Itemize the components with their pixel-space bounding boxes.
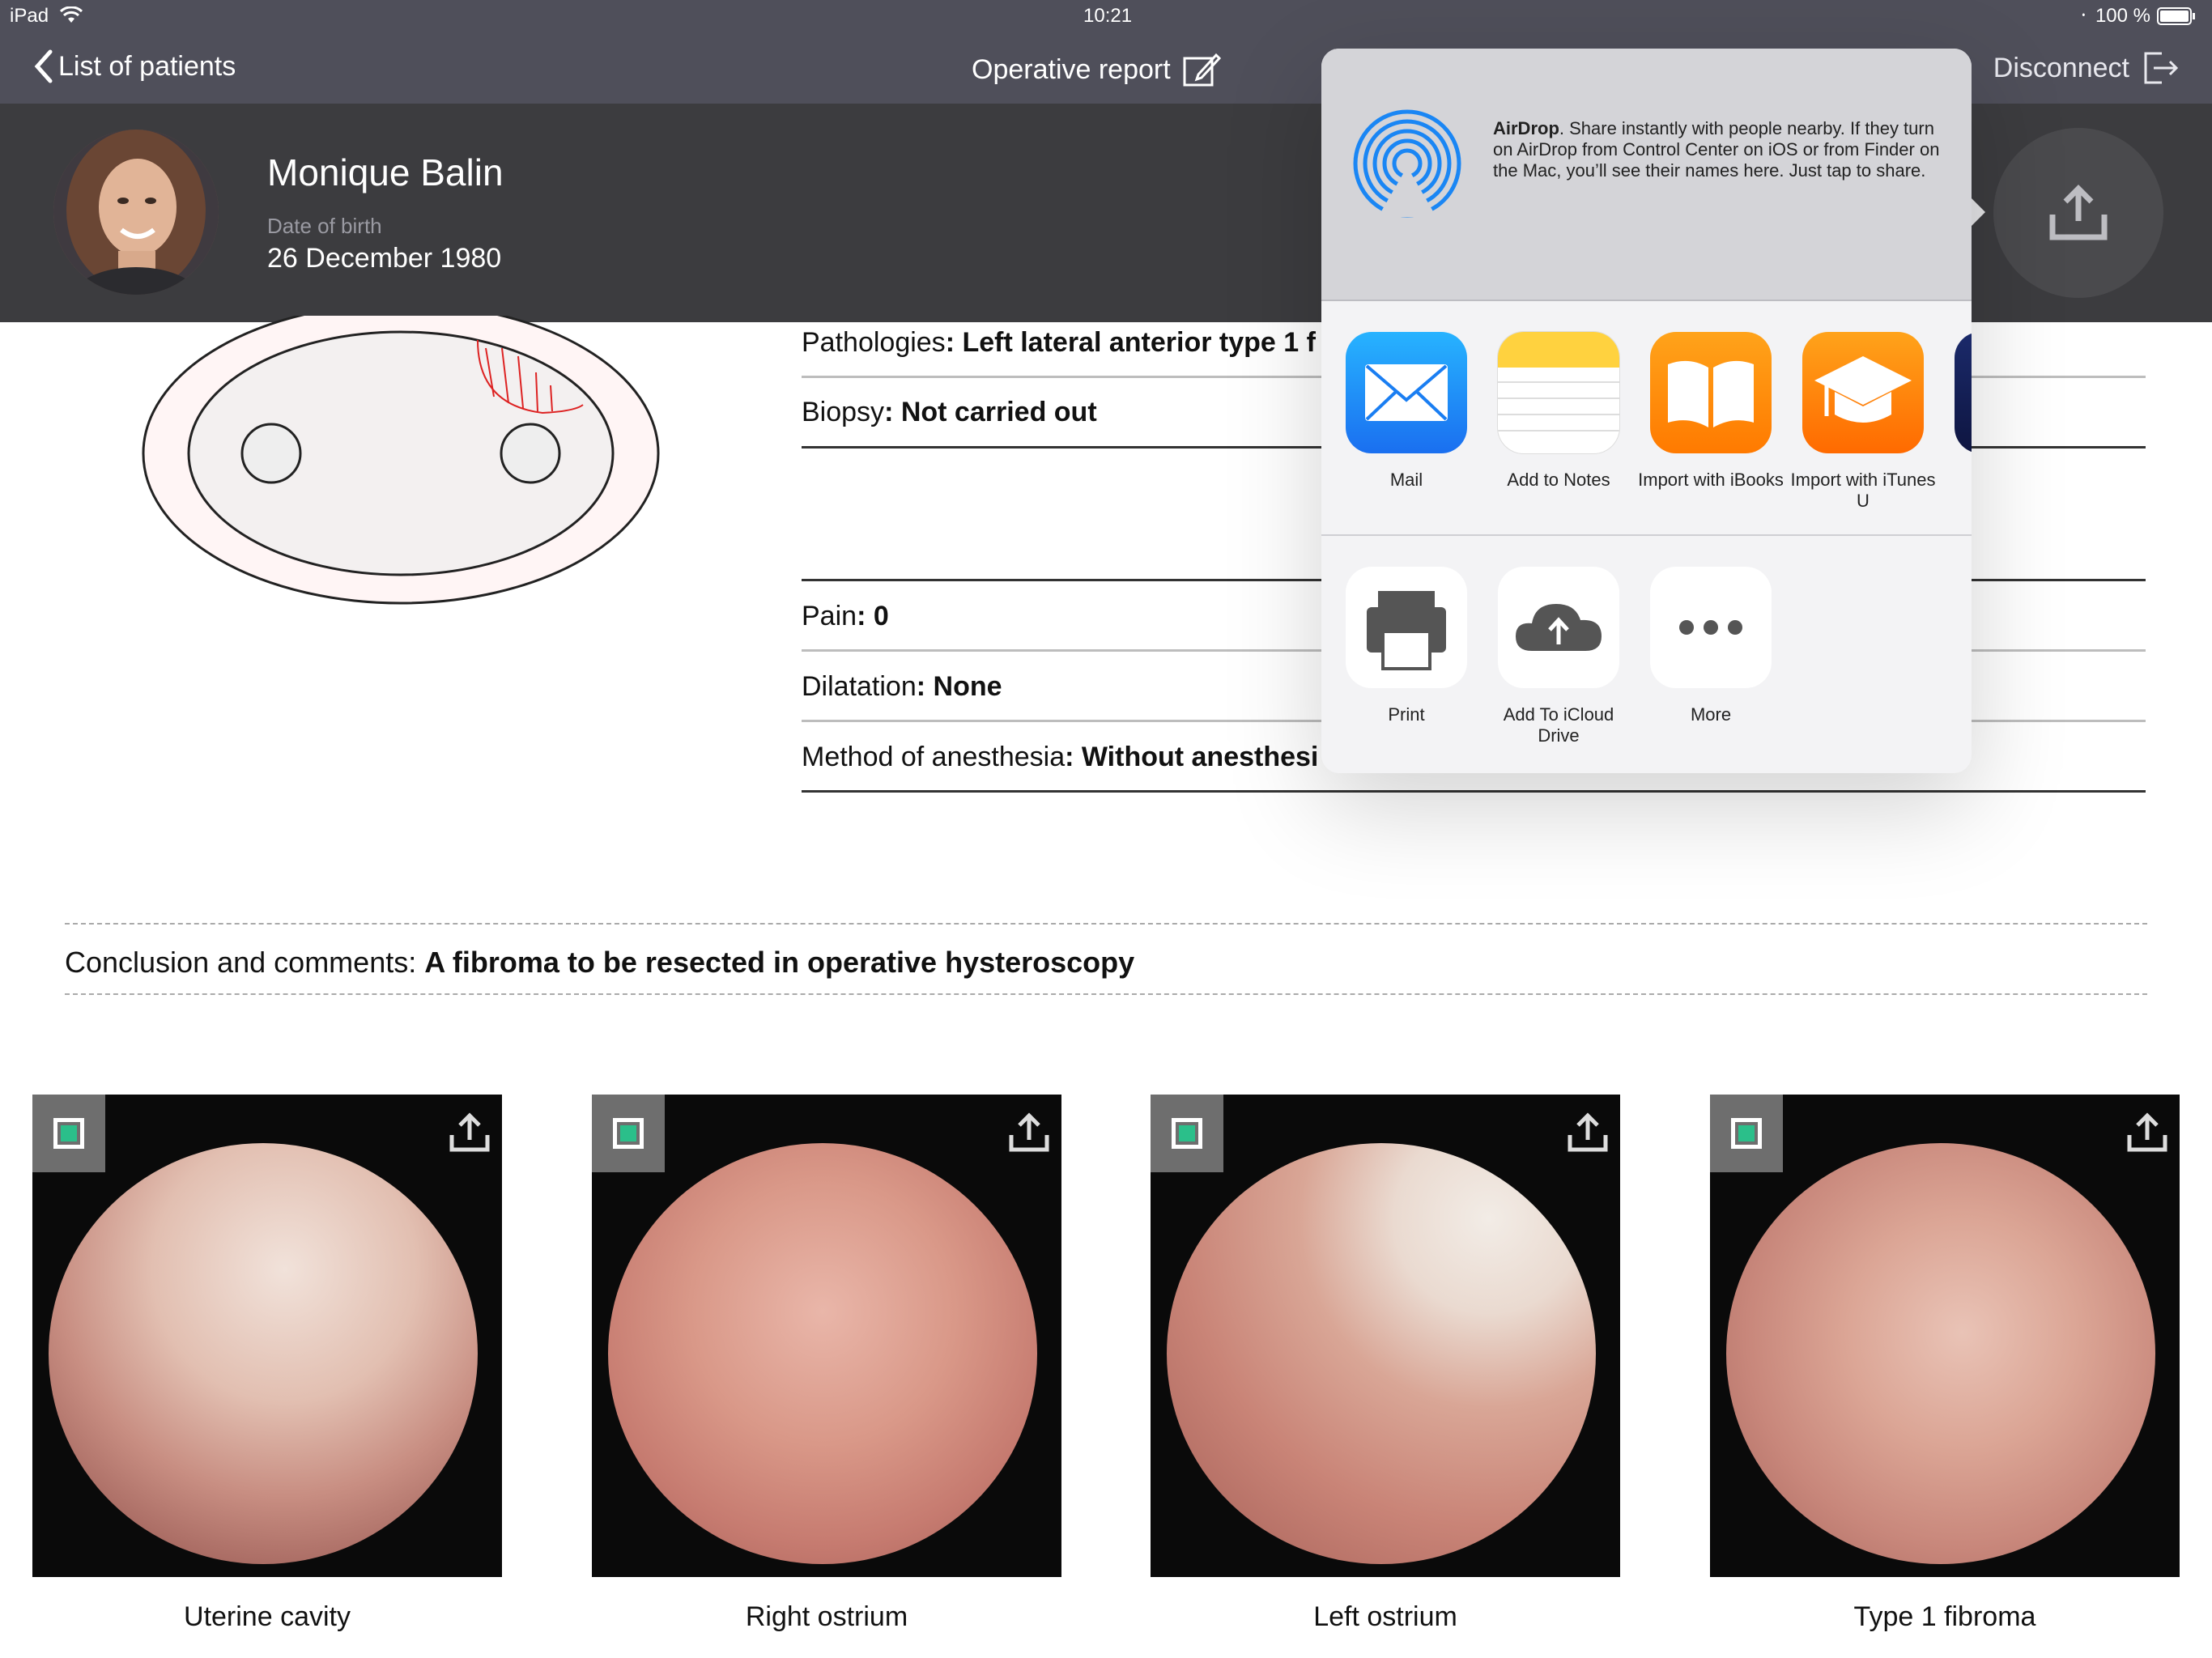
chevron-left-icon (34, 49, 53, 83)
pain-label: Pain (802, 601, 857, 631)
dilatation-value: None (933, 671, 1002, 702)
select-checkbox[interactable] (592, 1095, 665, 1172)
battery-label: 100 % (2095, 5, 2150, 27)
share-app-partial[interactable]: C (1942, 332, 1972, 491)
bluetooth-icon: ᛫ (2078, 6, 2089, 26)
status-time: 10:21 (1083, 5, 1133, 27)
status-device: iPad (10, 5, 83, 28)
airdrop-text: . Share instantly with people nearby. If… (1493, 118, 1940, 181)
share-app-ibooks[interactable]: Import with iBooks (1638, 332, 1784, 491)
photo-caption: Right ostrium (745, 1601, 908, 1632)
notes-icon (1498, 332, 1619, 453)
dashed-divider (65, 923, 2147, 925)
share-icon[interactable] (1006, 1112, 1052, 1154)
patient-name: Monique Balin (267, 151, 504, 193)
photo-left-ostrium[interactable] (1151, 1095, 1620, 1577)
share-sheet: AirDrop. Share instantly with people nea… (1321, 49, 1972, 773)
anesthesia-label: Method of anesthesia (802, 742, 1066, 772)
action-more[interactable]: More (1638, 567, 1784, 725)
back-button[interactable]: List of patients (32, 49, 236, 84)
share-app-label: Import with iBooks (1638, 470, 1784, 490)
endoscopy-image (49, 1143, 478, 1564)
patient-avatar (53, 130, 219, 295)
dob-label: Date of birth (267, 214, 382, 238)
device-label: iPad (10, 5, 49, 27)
more-icon (1650, 567, 1772, 688)
dilatation-label: Dilatation (802, 671, 917, 702)
uterus-diagram (142, 316, 660, 605)
photo-right-ostrium[interactable] (592, 1095, 1061, 1577)
action-print[interactable]: Print (1334, 567, 1479, 725)
photo-type1-fibroma[interactable] (1710, 1095, 2180, 1577)
mail-icon (1346, 332, 1467, 453)
airdrop-icon (1353, 109, 1461, 218)
share-app-label: Add to Notes (1507, 470, 1610, 490)
conclusion-label: Conclusion and comments (65, 946, 409, 979)
share-report-button[interactable] (1993, 128, 2163, 298)
select-checkbox[interactable] (1710, 1095, 1783, 1172)
pathologies-value: Left lateral anterior type 1 f (962, 327, 1316, 358)
app-icon (1955, 332, 1972, 453)
airdrop-section[interactable]: AirDrop. Share instantly with people nea… (1321, 49, 1972, 300)
share-app-mail[interactable]: Mail (1334, 332, 1479, 491)
share-icon (2049, 185, 2108, 240)
dob-value: 26 December 1980 (267, 243, 502, 274)
share-app-label: Import with iTunes U (1790, 470, 1936, 511)
conclusion-value: A fibroma to be resected in operative hy… (424, 946, 1135, 979)
share-app-label: Mail (1389, 470, 1423, 490)
endoscopy-image (1167, 1143, 1596, 1564)
logout-icon (2144, 52, 2179, 84)
share-app-label: C (1942, 470, 1972, 491)
edit-report-button[interactable]: Operative report (972, 52, 1221, 87)
photo-caption: Uterine cavity (184, 1601, 351, 1632)
share-apps-row: Mail Add to Notes Import with iBooks Imp… (1321, 300, 1972, 544)
photo-caption: Left ostrium (1313, 1601, 1457, 1632)
photo-uterine-cavity[interactable] (32, 1095, 502, 1577)
share-app-itunes-u[interactable]: Import with iTunes U (1790, 332, 1936, 512)
divider (802, 790, 2146, 793)
dashed-divider (65, 993, 2147, 995)
action-icloud-drive[interactable]: Add To iCloud Drive (1486, 567, 1631, 746)
back-label: List of patients (58, 50, 236, 82)
conclusion-field: Conclusion and comments: A fibroma to be… (65, 946, 1135, 979)
share-icon[interactable] (1565, 1112, 1610, 1154)
battery-icon (2157, 7, 2195, 25)
ibooks-icon (1650, 332, 1772, 453)
status-battery: ᛫ 100 % (2078, 5, 2196, 28)
share-actions-row: Print Add To iCloud Drive More (1321, 534, 1972, 773)
itunes-u-icon (1802, 332, 1924, 453)
icloud-upload-icon (1498, 567, 1619, 688)
pain-value: 0 (873, 601, 889, 631)
wifi-icon (59, 6, 83, 23)
pathologies-label: Pathologies (802, 327, 946, 358)
disconnect-label: Disconnect (1993, 52, 2129, 83)
edit-icon (1183, 53, 1221, 87)
disconnect-button[interactable]: Disconnect (1993, 50, 2180, 86)
share-icon[interactable] (2125, 1112, 2170, 1154)
print-icon (1346, 567, 1467, 688)
airdrop-description: AirDrop. Share instantly with people nea… (1493, 118, 1946, 181)
anesthesia-value: Without anesthesi (1081, 742, 1319, 772)
biopsy-value: Not carried out (900, 397, 1097, 427)
select-checkbox[interactable] (32, 1095, 105, 1172)
action-label: More (1690, 704, 1732, 725)
endoscopy-image (608, 1143, 1037, 1564)
select-checkbox[interactable] (1151, 1095, 1223, 1172)
photo-caption: Type 1 fibroma (1853, 1601, 2036, 1632)
airdrop-title: AirDrop (1493, 118, 1559, 138)
action-label: Print (1388, 704, 1425, 725)
biopsy-label: Biopsy (802, 397, 885, 427)
share-icon[interactable] (447, 1112, 492, 1154)
endoscopy-image (1726, 1143, 2155, 1564)
share-app-notes[interactable]: Add to Notes (1486, 332, 1631, 491)
page-title: Operative report (972, 53, 1171, 85)
action-label: Add To iCloud Drive (1503, 704, 1614, 746)
